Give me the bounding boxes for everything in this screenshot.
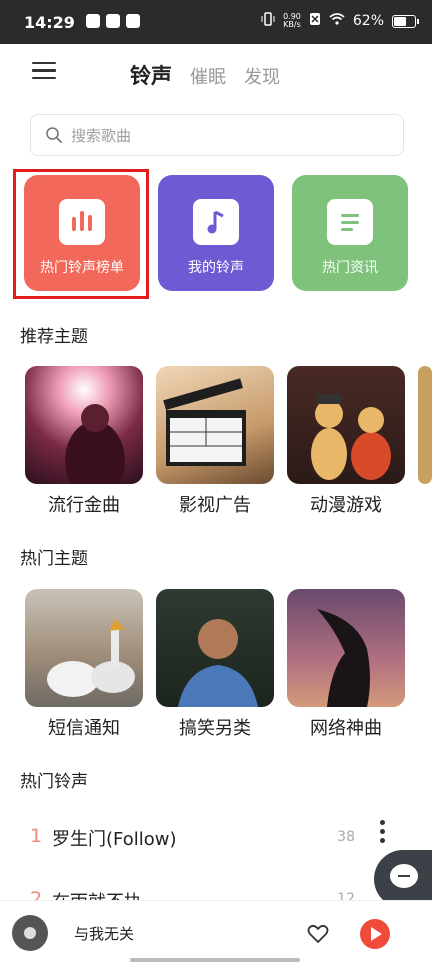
theme-image bbox=[418, 366, 432, 484]
mini-player[interactable]: 与我无关 bbox=[0, 900, 432, 965]
theme-label: 网络神曲 bbox=[310, 718, 382, 739]
ringtone-count: 12 bbox=[337, 891, 355, 900]
calendar-icon bbox=[106, 14, 120, 28]
app-store-icon bbox=[126, 14, 140, 28]
theme-label: 搞笑另类 bbox=[179, 718, 251, 739]
netspeed-unit: KB/s bbox=[283, 20, 301, 29]
ringtone-row[interactable]: 2 在雨就不执 12 bbox=[0, 875, 432, 900]
ringtone-title: 在雨就不执 bbox=[52, 888, 142, 900]
status-bar: 14:29 0.90 KB/s 62% bbox=[0, 0, 432, 44]
theme-image bbox=[25, 589, 143, 707]
my-ringtone-card[interactable]: 我的铃声 bbox=[158, 175, 274, 291]
theme-film-ads[interactable]: 影视广告 bbox=[156, 366, 274, 517]
header: 铃声 催眠 发现 bbox=[0, 44, 432, 104]
tiktok-icon bbox=[86, 14, 100, 28]
ringtone-row[interactable]: 1 罗生门(Follow) 38 bbox=[0, 808, 432, 868]
tab-discover[interactable]: 发现 bbox=[244, 63, 280, 89]
theme-image bbox=[287, 366, 405, 484]
theme-label: 流行金曲 bbox=[48, 495, 120, 516]
status-right: 0.90 KB/s 62% bbox=[261, 12, 419, 30]
theme-viral-hits[interactable]: 网络神曲 bbox=[287, 589, 405, 740]
ringtone-rank: 2 bbox=[30, 888, 43, 900]
vibrate-icon bbox=[261, 12, 275, 30]
selection-highlight bbox=[13, 169, 149, 299]
play-button[interactable] bbox=[360, 919, 390, 949]
ringtone-title: 罗生门(Follow) bbox=[52, 829, 177, 850]
theme-funny[interactable]: 搞笑另类 bbox=[156, 589, 274, 740]
search-input[interactable] bbox=[69, 123, 393, 149]
section-recommended: 推荐主题 bbox=[20, 327, 88, 347]
theme-sms-notice[interactable]: 短信通知 bbox=[25, 589, 143, 740]
theme-label: 影视广告 bbox=[179, 495, 251, 516]
card-label: 热门资讯 bbox=[322, 260, 378, 276]
theme-label: 短信通知 bbox=[48, 718, 120, 739]
tab-ringtone[interactable]: 铃声 bbox=[130, 60, 172, 90]
theme-anime-games[interactable]: 动漫游戏 bbox=[287, 366, 405, 517]
search-icon bbox=[45, 126, 63, 144]
home-indicator[interactable] bbox=[130, 958, 300, 962]
ringtone-rank: 1 bbox=[30, 825, 43, 847]
music-note-icon bbox=[193, 199, 239, 245]
album-disc-icon[interactable] bbox=[12, 915, 48, 951]
theme-pop-hits[interactable]: 流行金曲 bbox=[25, 366, 143, 517]
netspeed: 0.90 KB/s bbox=[283, 13, 301, 29]
theme-partial[interactable] bbox=[418, 366, 432, 484]
theme-image bbox=[156, 366, 274, 484]
notification-icons bbox=[86, 14, 140, 28]
tab-hypnosis[interactable]: 催眠 bbox=[190, 63, 226, 89]
chat-bubble-icon bbox=[390, 864, 418, 888]
card-label: 我的铃声 bbox=[188, 260, 244, 276]
search-bar[interactable] bbox=[30, 114, 404, 156]
theme-image bbox=[287, 589, 405, 707]
ringtone-count: 38 bbox=[337, 829, 355, 845]
top-tabs: 铃声 催眠 发现 bbox=[130, 60, 280, 90]
heart-icon[interactable] bbox=[306, 922, 330, 946]
no-sim-icon bbox=[309, 12, 321, 30]
document-icon bbox=[327, 199, 373, 245]
more-options-icon[interactable] bbox=[380, 820, 386, 847]
battery-icon bbox=[392, 14, 419, 28]
status-time: 14:29 bbox=[24, 13, 75, 32]
theme-label: 动漫游戏 bbox=[310, 495, 382, 516]
wifi-icon bbox=[329, 13, 345, 29]
theme-image bbox=[25, 366, 143, 484]
section-hot-themes: 热门主题 bbox=[20, 549, 88, 569]
section-hot-ringtones: 热门铃声 bbox=[20, 772, 88, 792]
menu-icon[interactable] bbox=[32, 62, 56, 80]
player-song-title: 与我无关 bbox=[74, 925, 135, 943]
theme-image bbox=[156, 589, 274, 707]
battery-percent: 62% bbox=[352, 13, 384, 29]
hot-news-card[interactable]: 热门资讯 bbox=[292, 175, 408, 291]
